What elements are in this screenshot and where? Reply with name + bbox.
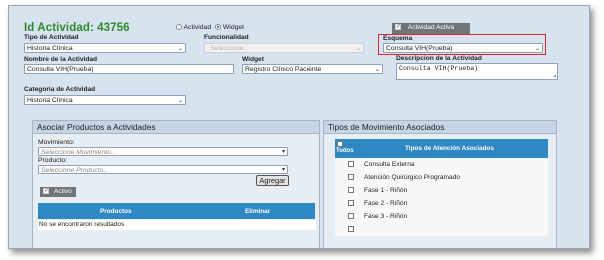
categoria-value: Historia Clínica [27, 97, 73, 104]
list-item-label: Atención Quirúrgico Programado [364, 174, 461, 181]
categoria-label: Categoria de Actividad [24, 86, 96, 93]
list-item-partial[interactable] [335, 223, 548, 236]
row-checkbox[interactable] [348, 200, 354, 206]
col-eliminar: Eliminar [245, 208, 271, 215]
radio-widget[interactable] [215, 24, 221, 31]
funcionalidad-placeholder: Seleccione... [210, 45, 249, 52]
list-item-label: Fase 3 - Riñón [364, 213, 408, 220]
list-item[interactable]: Fase 2 - Riñón [335, 197, 548, 211]
col-productos: Productos [100, 208, 132, 215]
funcionalidad-select[interactable]: Seleccione... ⌄ [204, 43, 364, 53]
row-checkbox[interactable] [348, 187, 354, 193]
activo-toggle[interactable]: Activo [40, 186, 76, 197]
movimiento-placeholder: Seleccione Movimiento.. [41, 149, 115, 156]
widget-value: Registro Clínico Paciente [245, 66, 322, 73]
list-item[interactable]: Atención Quirúrgico Programado [335, 171, 548, 185]
radio-actividad[interactable] [176, 24, 182, 31]
chevron-down-icon: ⌄ [177, 98, 183, 104]
producto-select[interactable]: Seleccione Producto.. ▾ [38, 165, 288, 174]
radio-actividad-label: Actividad [183, 24, 212, 31]
radio-widget-label: Widget [222, 24, 245, 31]
productos-panel: Asociar Productos a Actividades Movimien… [32, 120, 320, 248]
movimiento-label: Movimiento: [38, 139, 75, 146]
mode-radio-group: Actividad Widget [176, 24, 244, 31]
widget-label: Widget [242, 56, 264, 63]
esquema-label: Esquema [383, 35, 413, 42]
row-checkbox[interactable] [348, 174, 354, 180]
nombre-actividad-label: Nombre de la Actividad [24, 56, 98, 63]
list-item[interactable]: Consulta Externa [335, 158, 548, 172]
row-checkbox[interactable] [348, 226, 354, 232]
movimientos-table-header: Todos Tipos de Atención Asociados [335, 139, 548, 158]
row-checkbox[interactable] [348, 213, 354, 219]
check-icon [43, 186, 49, 196]
list-item-label: Fase 1 - Riñón [364, 187, 408, 194]
funcionalidad-label: Funcionalidad [204, 34, 249, 41]
esquema-value: Consulta VIH(Prueba) [386, 45, 453, 52]
tipo-actividad-value: Historia Clínica [27, 45, 73, 52]
list-item-label: Fase 2 - Riñón [364, 200, 408, 207]
movimientos-list: Consulta Externa Atención Quirúrgico Pro… [335, 158, 548, 248]
producto-placeholder: Seleccione Producto.. [41, 167, 108, 174]
col-tipos-atencion: Tipos de Atención Asociados [405, 145, 494, 152]
list-item[interactable]: Fase 3 - Riñón [335, 210, 548, 224]
nombre-actividad-value: Consulta VIH(Prueba) [27, 66, 94, 73]
empty-text: No se encontraron resultados [39, 221, 125, 228]
productos-table-header: Productos Eliminar [38, 203, 315, 219]
select-all-checkbox[interactable] [337, 141, 343, 147]
esquema-select[interactable]: Consulta VIH(Prueba) ⌄ [383, 43, 543, 53]
agregar-button[interactable]: Agregar [256, 175, 289, 186]
row-checkbox[interactable] [348, 161, 354, 167]
tipo-actividad-select[interactable]: Historia Clínica ⌄ [24, 43, 186, 53]
resize-handle-icon[interactable]: ◢ [553, 73, 556, 79]
movimientos-panel-header: Tipos de Movimiento Asociados [324, 121, 556, 134]
list-item-label: Consulta Externa [364, 161, 415, 168]
productos-panel-header: Asociar Productos a Actividades [33, 121, 319, 134]
activity-active-label: Actividad Activa [407, 24, 455, 31]
widget-select[interactable]: Registro Clínico Paciente ⌄ [242, 64, 383, 74]
movimientos-panel: Tipos de Movimiento Asociados Todos Tipo… [323, 120, 557, 248]
check-icon [395, 22, 401, 32]
tipo-actividad-label: Tipo de Actividad [24, 34, 79, 41]
list-item[interactable]: Fase 1 - Riñón [335, 184, 548, 198]
descripcion-textarea[interactable]: Consulta VIH(Prueba) ◢ [396, 63, 558, 80]
activity-active-toggle[interactable]: Actividad Activa [392, 22, 470, 34]
chevron-down-icon: ⌄ [177, 46, 183, 52]
chevron-down-icon: ⌄ [534, 46, 540, 52]
categoria-select[interactable]: Historia Clínica ⌄ [24, 95, 186, 105]
activity-form-window: Id Actividad: 43756 Actividad Widget Act… [8, 5, 590, 249]
producto-label: Producto: [38, 157, 68, 164]
activo-label: Activo [53, 188, 72, 195]
dropdown-arrow-icon: ▾ [281, 167, 285, 173]
chevron-down-icon: ⌄ [355, 46, 361, 52]
page-title: Id Actividad: 43756 [24, 22, 130, 34]
descripcion-value: Consulta VIH(Prueba) [399, 65, 479, 72]
dropdown-arrow-icon: ▾ [281, 149, 285, 155]
productos-empty-row: No se encontraron resultados [38, 220, 316, 230]
movimiento-select[interactable]: Seleccione Movimiento.. ▾ [38, 147, 288, 156]
nombre-actividad-input[interactable]: Consulta VIH(Prueba) [24, 64, 234, 74]
select-all-label: Todos [336, 148, 354, 154]
descripcion-label: Descripcion de la Actividad [396, 55, 482, 62]
chevron-down-icon: ⌄ [374, 67, 380, 73]
